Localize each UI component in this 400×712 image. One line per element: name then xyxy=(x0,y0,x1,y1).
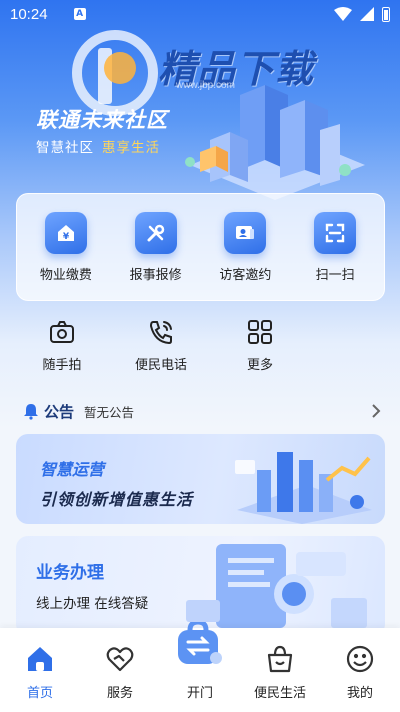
shopping-bag-icon xyxy=(267,645,293,673)
home-icon xyxy=(28,647,52,671)
business-handling-banner[interactable]: 业务办理 线上办理 在线答疑 xyxy=(16,536,385,636)
nav-service[interactable]: 服务 xyxy=(84,644,156,701)
shortcut-label: 便民电话 xyxy=(134,358,187,373)
hero-subtitle-main: 智慧社区 xyxy=(36,140,94,156)
bell-icon xyxy=(24,404,38,420)
notice-title: 公告 xyxy=(44,402,75,421)
svg-text:¥: ¥ xyxy=(63,232,70,242)
nav-label: 便民生活 xyxy=(253,686,306,701)
hero-title: 联通未来社区 xyxy=(36,108,168,132)
tools-icon xyxy=(134,211,177,254)
profile-face-icon xyxy=(346,645,374,673)
service-label: 报事报修 xyxy=(129,267,182,283)
service-scan[interactable]: 扫一扫 xyxy=(292,211,378,283)
shortcut-label: 随手拍 xyxy=(42,358,82,373)
service-repair[interactable]: 报事报修 xyxy=(113,211,199,283)
service-label: 物业缴费 xyxy=(39,267,92,283)
shortcut-snapshot[interactable]: 随手拍 xyxy=(16,318,108,378)
wifi-icon xyxy=(334,7,352,21)
visitor-card-icon xyxy=(224,211,267,254)
shortcut-label: 更多 xyxy=(246,358,273,373)
heart-hand-icon xyxy=(106,647,134,672)
service-label: 访客邀约 xyxy=(219,267,272,283)
city-illustration xyxy=(185,85,365,200)
yuan-house-icon: ¥ xyxy=(44,211,87,254)
status-bar: 10:24 A xyxy=(0,0,400,28)
shortcut-more[interactable]: 更多 xyxy=(214,318,306,378)
smart-operation-banner[interactable]: 智慧运营 引领创新增值惠生活 xyxy=(16,434,385,524)
document-illustration xyxy=(186,544,367,628)
shortcut-phone[interactable]: 便民电话 xyxy=(115,318,207,378)
nav-label: 我的 xyxy=(346,686,373,701)
hero-subtitle: 智慧社区 惠享生活 xyxy=(36,136,160,156)
nav-convenience[interactable]: 便民生活 xyxy=(244,644,316,701)
status-time: 10:24 xyxy=(10,5,48,23)
bar-chart-illustration xyxy=(235,452,372,524)
banner-business-subtitle: 线上办理 在线答疑 xyxy=(36,596,149,612)
hero-subtitle-accent: 惠享生活 xyxy=(102,140,160,156)
scan-icon xyxy=(314,211,357,254)
door-open-icon[interactable] xyxy=(176,622,224,666)
banner-ops-title: 智慧运营 xyxy=(40,460,105,479)
cell-signal-icon xyxy=(360,7,374,21)
service-grid: ¥ 物业缴费 报事报修 访客邀约 扫一扫 xyxy=(16,193,385,301)
camera-icon xyxy=(50,321,74,343)
shortcut-row: 随手拍 便民电话 更多 xyxy=(16,318,306,378)
battery-icon xyxy=(382,6,390,22)
nav-label: 首页 xyxy=(26,686,53,701)
chevron-right-icon xyxy=(372,404,381,418)
notification-a-icon: A xyxy=(73,8,86,20)
banner-ops-slogan: 引领创新增值惠生活 xyxy=(40,490,194,509)
service-label: 扫一扫 xyxy=(315,267,355,283)
notice-bar[interactable]: 公告 暂无公告 xyxy=(22,398,382,424)
nav-home[interactable]: 首页 xyxy=(4,644,76,701)
notice-text: 暂无公告 xyxy=(84,404,135,420)
nav-mine[interactable]: 我的 xyxy=(324,644,396,701)
grid-more-icon xyxy=(248,320,272,344)
nav-label: 开门 xyxy=(186,686,213,701)
phone-icon xyxy=(149,321,172,345)
banner-business-title: 业务办理 xyxy=(36,563,104,583)
service-visitor[interactable]: 访客邀约 xyxy=(202,211,288,283)
nav-label: 服务 xyxy=(106,686,133,701)
service-property-fee[interactable]: ¥ 物业缴费 xyxy=(23,211,109,283)
